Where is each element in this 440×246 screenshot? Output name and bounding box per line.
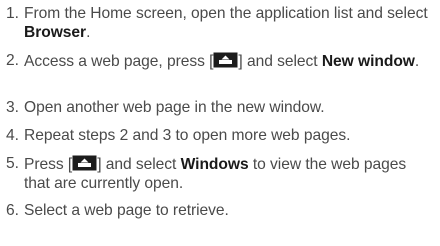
keyword-windows: Windows xyxy=(180,156,249,173)
step-2: 2. Access a web page, press [] and selec… xyxy=(0,52,434,72)
step-text: Access a web page, press [] and select N… xyxy=(24,52,420,70)
step-1: 1. From the Home screen, open the applic… xyxy=(0,5,434,42)
step-4: 4. Repeat steps 2 and 3 to open more web… xyxy=(0,127,434,146)
step-text: Open another web page in the new window. xyxy=(24,99,325,116)
instruction-steps: 1. From the Home screen, open the applic… xyxy=(0,0,440,246)
step-number: 5. xyxy=(6,155,19,172)
step-number: 1. xyxy=(6,5,19,22)
step-5: 5. Press [] and select Windows to view t… xyxy=(0,155,434,193)
menu-key-icon xyxy=(213,52,238,68)
step-number: 2. xyxy=(6,52,19,69)
step-6: 6. Select a web page to retrieve. xyxy=(0,202,434,221)
keyword-new-window: New window xyxy=(321,53,415,70)
step-text: From the Home screen, open the applicati… xyxy=(24,5,428,41)
step-3: 3. Open another web page in the new wind… xyxy=(0,99,434,118)
keyword-browser: Browser xyxy=(24,23,87,41)
step-number: 3. xyxy=(6,99,19,116)
step-text: Select a web page to retrieve. xyxy=(24,202,229,219)
step-text: Repeat steps 2 and 3 to open more web pa… xyxy=(24,127,351,144)
menu-key-icon xyxy=(72,155,97,171)
step-text: Press [] and select Windows to view the … xyxy=(24,155,407,192)
step-number: 4. xyxy=(6,127,19,144)
step-number: 6. xyxy=(6,202,19,219)
